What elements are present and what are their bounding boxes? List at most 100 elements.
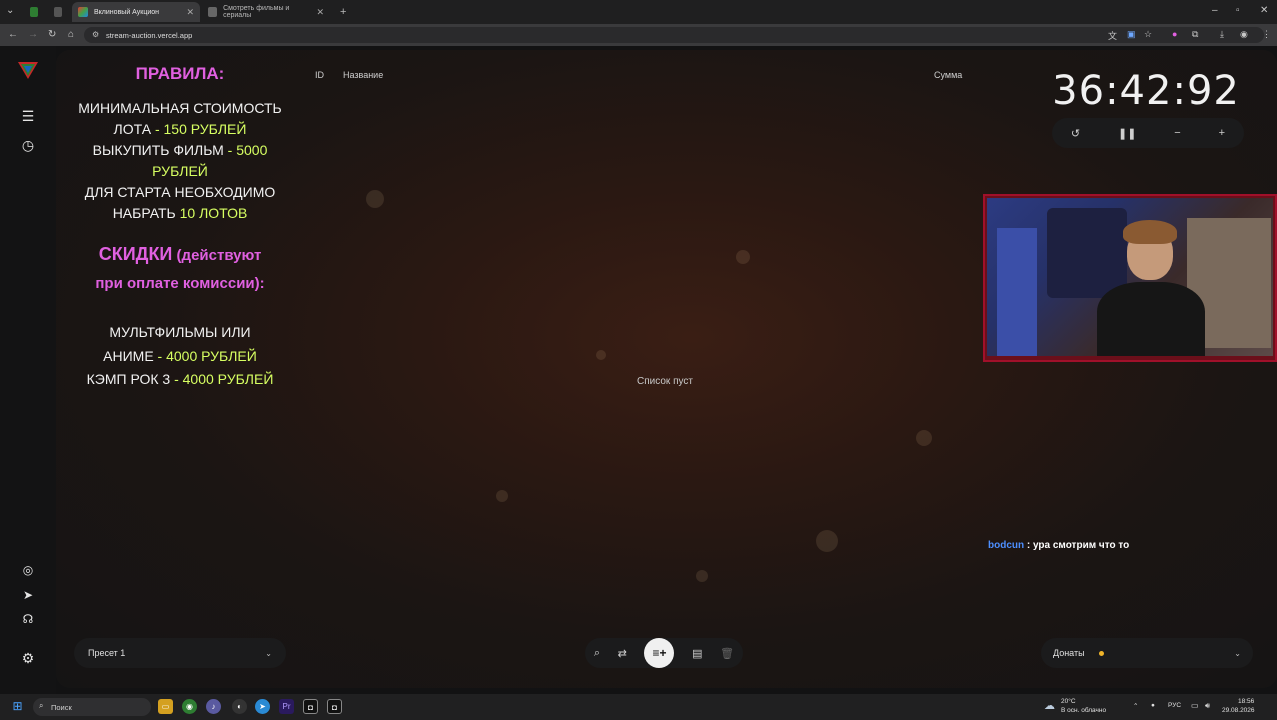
volume-icon[interactable]: 🔊︎: [1205, 701, 1210, 711]
tab-movies[interactable]: Смотреть фильмы и сериалы ✕: [202, 2, 330, 22]
timer-minus-icon[interactable]: −: [1174, 127, 1180, 139]
column-sum[interactable]: Сумма: [934, 70, 962, 80]
empty-list-message: Список пуст: [637, 376, 693, 387]
auction-app: ☰ ◷ ◎ ➤ ☊ ⚙ ПРАВИЛА: МИНИМАЛЬНАЯ СТОИМОС…: [0, 46, 1277, 694]
tab-label: Вклиновый Аукцион: [94, 8, 159, 16]
settings-gear-icon[interactable]: ⚙: [19, 649, 37, 667]
language-indicator[interactable]: РУС: [1168, 702, 1181, 709]
chrome-icon[interactable]: ◉: [182, 699, 197, 714]
discounts-note: при оплате комиссии):: [95, 275, 265, 292]
clock-time[interactable]: 18:56: [1238, 698, 1254, 705]
rule-text: КЭМП РОК 3: [86, 371, 171, 387]
timer-pause-icon[interactable]: ❚❚: [1118, 127, 1136, 140]
forward-icon[interactable]: →: [28, 29, 38, 40]
premiere-icon[interactable]: Pr: [279, 699, 294, 714]
discounts-heading: СКИДКИ (действуют при оплате комиссии):: [60, 240, 300, 298]
column-name[interactable]: Название: [343, 70, 383, 80]
tab-search-chevron-icon[interactable]: ⌄: [6, 5, 14, 16]
weather-temp: 20°C: [1061, 698, 1076, 705]
home-icon[interactable]: ⌂: [68, 29, 74, 40]
bookmark-star-icon[interactable]: ☆: [1144, 29, 1152, 40]
donates-select[interactable]: Донаты ⌄: [1041, 638, 1253, 668]
add-lot-button[interactable]: ≡+: [644, 638, 675, 668]
pinned-tab-2[interactable]: [48, 2, 68, 22]
page-icon: [208, 7, 218, 17]
pinned-tab-1[interactable]: [24, 2, 44, 22]
column-id[interactable]: ID: [315, 70, 324, 80]
reload-icon[interactable]: ↻: [48, 29, 56, 40]
search-icon[interactable]: ⌕: [594, 647, 600, 660]
profile-avatar-icon[interactable]: ◉: [1240, 29, 1248, 40]
auction-logo-icon: [78, 7, 88, 17]
app-icon[interactable]: ◘: [327, 699, 342, 714]
maximize-icon[interactable]: ▫: [1236, 5, 1240, 16]
close-icon[interactable]: ✕: [186, 7, 194, 18]
file-explorer-icon[interactable]: ▭: [158, 699, 173, 714]
weather-desc: В осн. облачно: [1061, 707, 1107, 714]
tray-chevron-up-icon[interactable]: ⌃: [1133, 702, 1138, 710]
lots-table-header: ID Название Сумма: [300, 64, 1020, 84]
site-info-icon[interactable]: ⚙: [92, 30, 99, 39]
rules-panel: ПРАВИЛА: МИНИМАЛЬНАЯ СТОИМОСТЬ ЛОТА - 15…: [60, 64, 300, 634]
close-icon[interactable]: ✕: [316, 7, 324, 18]
history-clock-icon[interactable]: ◷: [19, 136, 37, 154]
timer-reset-icon[interactable]: ↺: [1071, 127, 1080, 140]
rule-text: НАБРАТЬ: [112, 205, 176, 221]
chevron-down-icon: ⌄: [265, 648, 272, 658]
rule-value: - 4000 РУБЛЕЙ: [174, 371, 274, 387]
extension-icon[interactable]: ●: [1172, 29, 1177, 39]
save-icon[interactable]: ▤: [692, 647, 702, 660]
microphone-icon[interactable]: ●: [1151, 702, 1155, 709]
shuffle-icon[interactable]: ⇄: [618, 647, 627, 660]
app-icon[interactable]: ♪: [206, 699, 221, 714]
menu-kebab-icon[interactable]: ⋮: [1262, 29, 1271, 40]
app-logo-icon[interactable]: [18, 60, 38, 79]
clock-date[interactable]: 29.08.2026: [1222, 707, 1255, 714]
timer-hours: 36: [1052, 68, 1106, 114]
chevron-down-icon: ⌄: [1234, 648, 1241, 658]
timer-minutes: 42: [1119, 68, 1173, 114]
timer-panel: 36:42:92 ↺ ❚❚ − +: [1036, 56, 1256, 156]
preset-select[interactable]: Пресет 1 ⌄: [74, 638, 286, 668]
download-icon[interactable]: ⤓: [1220, 29, 1224, 40]
github-icon[interactable]: ☊: [19, 610, 37, 628]
discount-cartoons: МУЛЬТФИЛЬМЫ ИЛИ АНИМЕ - 4000 РУБЛЕЙ: [60, 320, 300, 368]
donation-icon[interactable]: ◎: [19, 561, 37, 579]
rule-text: МИНИМАЛЬНАЯ СТОИМОСТЬ: [78, 100, 282, 116]
list-icon[interactable]: ☰: [19, 107, 37, 125]
page-icon: [54, 7, 62, 17]
network-icon[interactable]: ▭: [1191, 701, 1199, 710]
telegram-icon[interactable]: ➤: [19, 586, 37, 604]
status-dot: [1098, 650, 1104, 656]
app-icon[interactable]: ◘: [303, 699, 318, 714]
rule-value: 10 ЛОТОВ: [179, 205, 248, 221]
cast-icon[interactable]: ▣: [1127, 29, 1136, 40]
taskbar-search-label: Поиск: [51, 702, 72, 712]
taskbar-search[interactable]: ⌕ Поиск: [33, 698, 151, 716]
timer-separator: :: [1105, 68, 1120, 114]
rules-title: ПРАВИЛА:: [135, 64, 225, 83]
rule-min-cost: МИНИМАЛЬНАЯ СТОИМОСТЬ ЛОТА - 150 РУБЛЕЙ: [60, 98, 300, 140]
timer-controls: ↺ ❚❚ − +: [1052, 118, 1244, 148]
back-icon[interactable]: ←: [8, 29, 18, 40]
rule-buyout: ВЫКУПИТЬ ФИЛЬМ - 5000 РУБЛЕЙ: [60, 140, 300, 182]
obs-icon[interactable]: ◐: [232, 699, 247, 714]
tab-auction[interactable]: Вклиновый Аукцион ✕: [72, 2, 200, 22]
window-close-icon[interactable]: ✕: [1260, 5, 1268, 16]
chat-text: : ура смотрим что то: [1024, 540, 1130, 551]
new-tab-button[interactable]: +: [334, 2, 352, 22]
discounts-note: (действуют: [176, 247, 262, 264]
webcam-video: [987, 198, 1273, 356]
browser-address-bar: ← → ↻ ⌂ ⚙ stream-auction.vercel.app 文 ▣ …: [0, 24, 1277, 46]
donates-label: Донаты: [1053, 648, 1085, 658]
telegram-icon[interactable]: ➤: [255, 699, 270, 714]
weather-icon[interactable]: ☁: [1044, 699, 1055, 712]
rule-text: МУЛЬТФИЛЬМЫ ИЛИ: [109, 324, 251, 340]
trash-icon[interactable]: 🗑︎: [720, 647, 734, 660]
windows-start-icon[interactable]: ⊞: [10, 699, 25, 714]
minimize-icon[interactable]: –: [1212, 5, 1218, 16]
timer-plus-icon[interactable]: +: [1219, 127, 1225, 139]
extensions-puzzle-icon[interactable]: ⧉: [1192, 29, 1198, 40]
translate-icon[interactable]: 文: [1108, 29, 1117, 42]
url-field[interactable]: ⚙ stream-auction.vercel.app: [84, 27, 1264, 43]
